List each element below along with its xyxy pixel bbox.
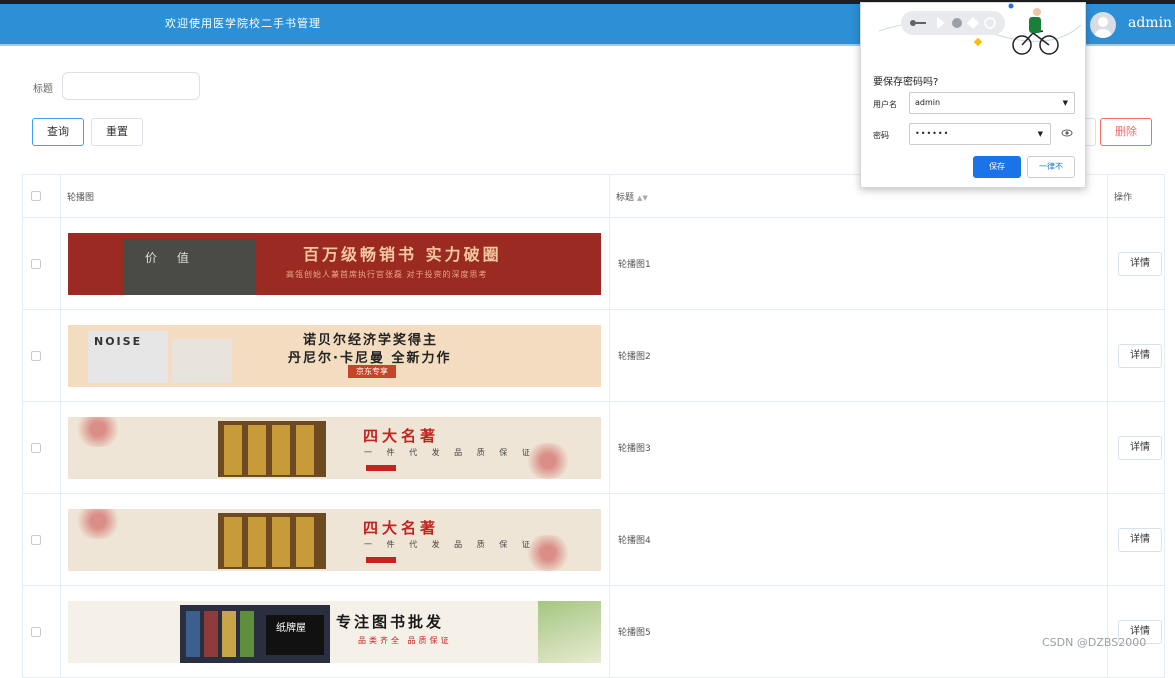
banner-headline: 四大名著 bbox=[363, 426, 440, 445]
banner-subtitle: 一 件 代 发 品 质 保 证 bbox=[364, 539, 536, 549]
chevron-down-icon[interactable]: ▼ bbox=[1038, 124, 1044, 144]
password-value: •••••• bbox=[915, 129, 950, 138]
column-header-image: 轮播图 bbox=[67, 192, 95, 203]
row-title: 轮播图5 bbox=[618, 628, 651, 638]
password-select[interactable]: •••••• ▼ bbox=[909, 123, 1051, 145]
books-image bbox=[218, 512, 326, 569]
banner-image-2: NOISE 诺贝尔经济学奖得主 丹尼尔·卡尼曼 全新力作 京东专享 bbox=[68, 324, 601, 387]
table-row: 纸牌屋 专注图书批发 品类齐全 品质保证 轮播图5 详情 bbox=[22, 585, 1165, 678]
banner-headline: 专注图书批发 bbox=[336, 612, 445, 631]
detail-button[interactable]: 详情 bbox=[1118, 527, 1162, 552]
banner-image-3: 四大名著 一 件 代 发 品 质 保 证 bbox=[68, 416, 601, 479]
user-avatar-icon[interactable] bbox=[1090, 12, 1116, 38]
banner-image-4: 四大名著 一 件 代 发 品 质 保 证 bbox=[68, 508, 601, 571]
banner-tag: 京东专享 bbox=[348, 364, 396, 378]
banner-cover-text: 纸牌屋 bbox=[276, 622, 306, 634]
row-checkbox[interactable] bbox=[31, 258, 41, 269]
select-all-checkbox[interactable] bbox=[31, 191, 41, 201]
save-password-question: 要保存密码吗? bbox=[873, 77, 939, 88]
watermark: CSDN @DZBS2000 bbox=[1042, 636, 1147, 649]
row-checkbox[interactable] bbox=[31, 626, 41, 637]
banner-book-title: 价 值 bbox=[145, 250, 197, 265]
table-row: NOISE 诺贝尔经济学奖得主 丹尼尔·卡尼曼 全新力作 京东专享 轮播图2 详… bbox=[22, 309, 1165, 402]
banner-cover-text: NOISE bbox=[94, 334, 143, 348]
save-password-button[interactable]: 保存 bbox=[973, 156, 1021, 178]
book-cover-image: NOISE bbox=[88, 330, 168, 383]
sort-icon[interactable]: ▲▼ bbox=[637, 194, 648, 202]
title-filter-input[interactable] bbox=[62, 72, 200, 100]
password-illustration-icon bbox=[878, 3, 1082, 55]
row-title: 轮播图4 bbox=[618, 536, 651, 546]
eye-icon[interactable] bbox=[1061, 127, 1073, 139]
title-filter-label: 标题 bbox=[33, 84, 53, 95]
column-header-title[interactable]: 标题 bbox=[610, 193, 634, 203]
chevron-down-icon[interactable]: ▼ bbox=[1063, 93, 1068, 113]
row-title: 轮播图1 bbox=[618, 260, 651, 270]
row-checkbox[interactable] bbox=[31, 442, 41, 453]
detail-button[interactable]: 详情 bbox=[1118, 343, 1162, 368]
book-cover-image: 价 值 bbox=[123, 238, 255, 295]
username-label: 用户名 bbox=[873, 100, 897, 109]
never-save-button[interactable]: 一律不 bbox=[1027, 156, 1075, 178]
book-cover-image bbox=[172, 338, 232, 383]
banner-image-1: 价 值 百万级畅销书 实力破圈 高瓴创始人兼首席执行官张磊 对于投资的深度思考 bbox=[68, 232, 601, 295]
reset-button[interactable]: 重置 bbox=[91, 118, 143, 146]
delete-button[interactable]: 删除 bbox=[1100, 118, 1152, 146]
book-shelf-image: 纸牌屋 bbox=[180, 604, 330, 663]
banner-table: 轮播图 标题 ▲▼ 操作 价 值 百万级畅销书 实力破圈 高瓴创始人兼首席执行官张… bbox=[22, 174, 1165, 678]
banner-image-5: 纸牌屋 专注图书批发 品类齐全 品质保证 bbox=[68, 600, 601, 663]
banner-headline: 四大名著 bbox=[363, 518, 440, 537]
books-image bbox=[218, 420, 326, 477]
user-name[interactable]: admin bbox=[1128, 15, 1172, 31]
row-title: 轮播图3 bbox=[618, 444, 651, 454]
username-value: admin bbox=[915, 98, 941, 107]
banner-headline-2: 丹尼尔·卡尼曼 全新力作 bbox=[288, 350, 452, 366]
password-label: 密码 bbox=[873, 131, 889, 140]
banner-headline: 诺贝尔经济学奖得主 bbox=[303, 332, 439, 348]
table-row: 四大名著 一 件 代 发 品 质 保 证 轮播图3 详情 bbox=[22, 401, 1165, 494]
banner-subtitle: 一 件 代 发 品 质 保 证 bbox=[364, 447, 536, 457]
row-checkbox[interactable] bbox=[31, 534, 41, 545]
banner-headline: 百万级畅销书 实力破圈 bbox=[303, 244, 502, 264]
detail-button[interactable]: 详情 bbox=[1118, 251, 1162, 276]
detail-button[interactable]: 详情 bbox=[1118, 435, 1162, 460]
query-button[interactable]: 查询 bbox=[32, 118, 84, 146]
banner-subtitle: 高瓴创始人兼首席执行官张磊 对于投资的深度思考 bbox=[286, 269, 488, 279]
row-checkbox[interactable] bbox=[31, 350, 41, 361]
username-select[interactable]: admin ▼ bbox=[909, 92, 1075, 114]
table-row: 价 值 百万级畅销书 实力破圈 高瓴创始人兼首席执行官张磊 对于投资的深度思考 … bbox=[22, 217, 1165, 310]
save-password-dialog: 要保存密码吗? 用户名 admin ▼ 密码 •••••• ▼ 保存 一律不 bbox=[860, 2, 1086, 188]
app-title: 欢迎使用医学院校二手书管理 bbox=[165, 17, 321, 30]
column-header-ops: 操作 bbox=[1114, 192, 1133, 203]
row-title: 轮播图2 bbox=[618, 352, 651, 362]
table-row: 四大名著 一 件 代 发 品 质 保 证 轮播图4 详情 bbox=[22, 493, 1165, 586]
banner-subtitle: 品类齐全 品质保证 bbox=[358, 635, 452, 645]
